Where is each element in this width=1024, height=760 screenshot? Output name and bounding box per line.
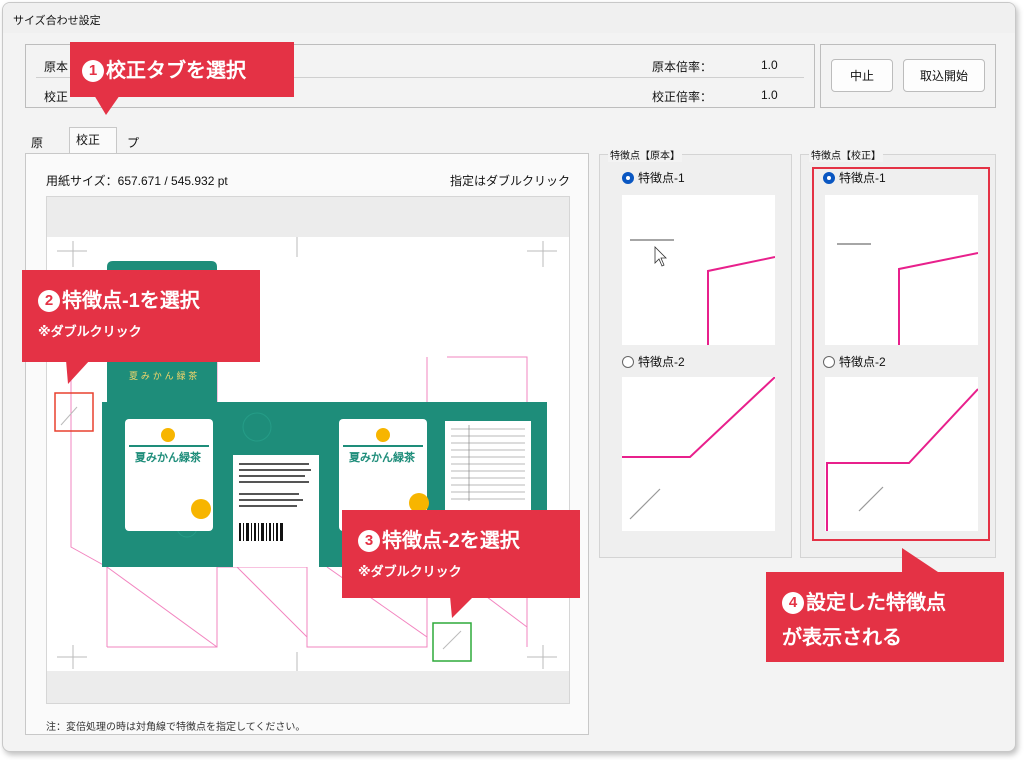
title-bar: サイズ合わせ設定 xyxy=(3,3,1015,33)
original-point2-thumbnail xyxy=(622,377,775,531)
callout-4-line2: が表示される xyxy=(782,627,902,649)
original-point1-thumbnail xyxy=(622,195,775,345)
callout-2-text: 特徴点-1を選択 xyxy=(62,290,200,312)
action-buttons: 中止 取込開始 xyxy=(820,44,996,108)
step-2-badge: 2 xyxy=(38,290,60,312)
original-point1-image xyxy=(630,239,775,345)
callout-3-sub: ※ダブルクリック xyxy=(358,564,462,579)
step-1-badge: 1 xyxy=(82,60,104,82)
callout-4-line1: 設定した特徴点 xyxy=(806,592,946,614)
original-label: 原本 xyxy=(44,60,69,74)
original-point2-label: 特徴点-2 xyxy=(638,355,685,369)
original-point1-radio[interactable]: 特徴点-1 xyxy=(622,169,685,186)
feature-points-original-group: 特徴点【原本】 特徴点-1 特徴点-2 xyxy=(599,147,792,558)
callout-3-text: 特徴点-2を選択 xyxy=(382,530,520,552)
tab-calibration[interactable]: 校正 xyxy=(69,127,117,154)
feature-points-calib-group: 特徴点【校正】 特徴点-1 特徴点-2 xyxy=(800,147,996,558)
step-4-badge: 4 xyxy=(782,592,804,614)
paper-size-text: 用紙サイズ：657.671 / 545.932 pt xyxy=(46,174,228,188)
original-scale-label: 原本倍率： xyxy=(652,60,713,74)
callout-3-pointer xyxy=(450,596,474,618)
window-title: サイズ合わせ設定 xyxy=(13,15,101,27)
original-point1-label: 特徴点-1 xyxy=(638,171,685,185)
step-3-badge: 3 xyxy=(358,530,380,552)
callout-2-sub: ※ダブルクリック xyxy=(38,324,142,339)
calibration-panel: 用紙サイズ：657.671 / 545.932 pt 指定はダブルクリック 夏 … xyxy=(25,153,589,735)
svg-text:夏みかん緑茶: 夏みかん緑茶 xyxy=(349,450,416,464)
original-scale-value: 1.0 xyxy=(761,58,778,72)
callout-1-text: 校正タブを選択 xyxy=(106,60,246,82)
calib-label: 校正 xyxy=(44,90,69,104)
scaling-note: 注：変倍処理の時は対角線で特徴点を指定してください。 xyxy=(46,722,306,733)
calib-highlight-frame xyxy=(812,167,990,541)
calib-scale-value: 1.0 xyxy=(761,88,778,102)
original-point2-image xyxy=(622,377,775,520)
feature-original-legend: 特徴点【原本】 xyxy=(608,147,682,162)
tab-original[interactable]: 原本 xyxy=(25,131,49,167)
feature-calib-legend: 特徴点【校正】 xyxy=(809,147,883,162)
callout-select-point1: 2 特徴点-1を選択 ※ダブルクリック xyxy=(22,270,260,362)
calib-scale-label: 校正倍率： xyxy=(652,90,713,104)
callout-select-calib-tab: 1 校正タブを選択 xyxy=(70,42,294,97)
double-click-hint: 指定はダブルクリック xyxy=(449,174,570,188)
radio-unselected-icon xyxy=(622,355,634,368)
start-import-button[interactable]: 取込開始 xyxy=(903,59,985,92)
svg-text:夏みかん緑茶: 夏みかん緑茶 xyxy=(135,450,202,464)
svg-text:夏 み か ん 緑 茶: 夏 み か ん 緑 茶 xyxy=(129,370,197,382)
callout-select-point2: 3 特徴点-2を選択 ※ダブルクリック xyxy=(342,510,580,598)
callout-2-pointer xyxy=(66,360,90,384)
callout-4-pointer xyxy=(902,548,938,572)
radio-selected-icon xyxy=(622,171,634,184)
callout-points-displayed: 4 設定した特徴点 が表示される xyxy=(766,572,1004,662)
original-point2-radio[interactable]: 特徴点-2 xyxy=(622,353,685,370)
cancel-button[interactable]: 中止 xyxy=(831,59,893,92)
mouse-cursor-icon xyxy=(654,246,667,267)
callout-1-pointer xyxy=(94,95,120,115)
tab-preview[interactable]: プレビュー xyxy=(121,131,145,218)
